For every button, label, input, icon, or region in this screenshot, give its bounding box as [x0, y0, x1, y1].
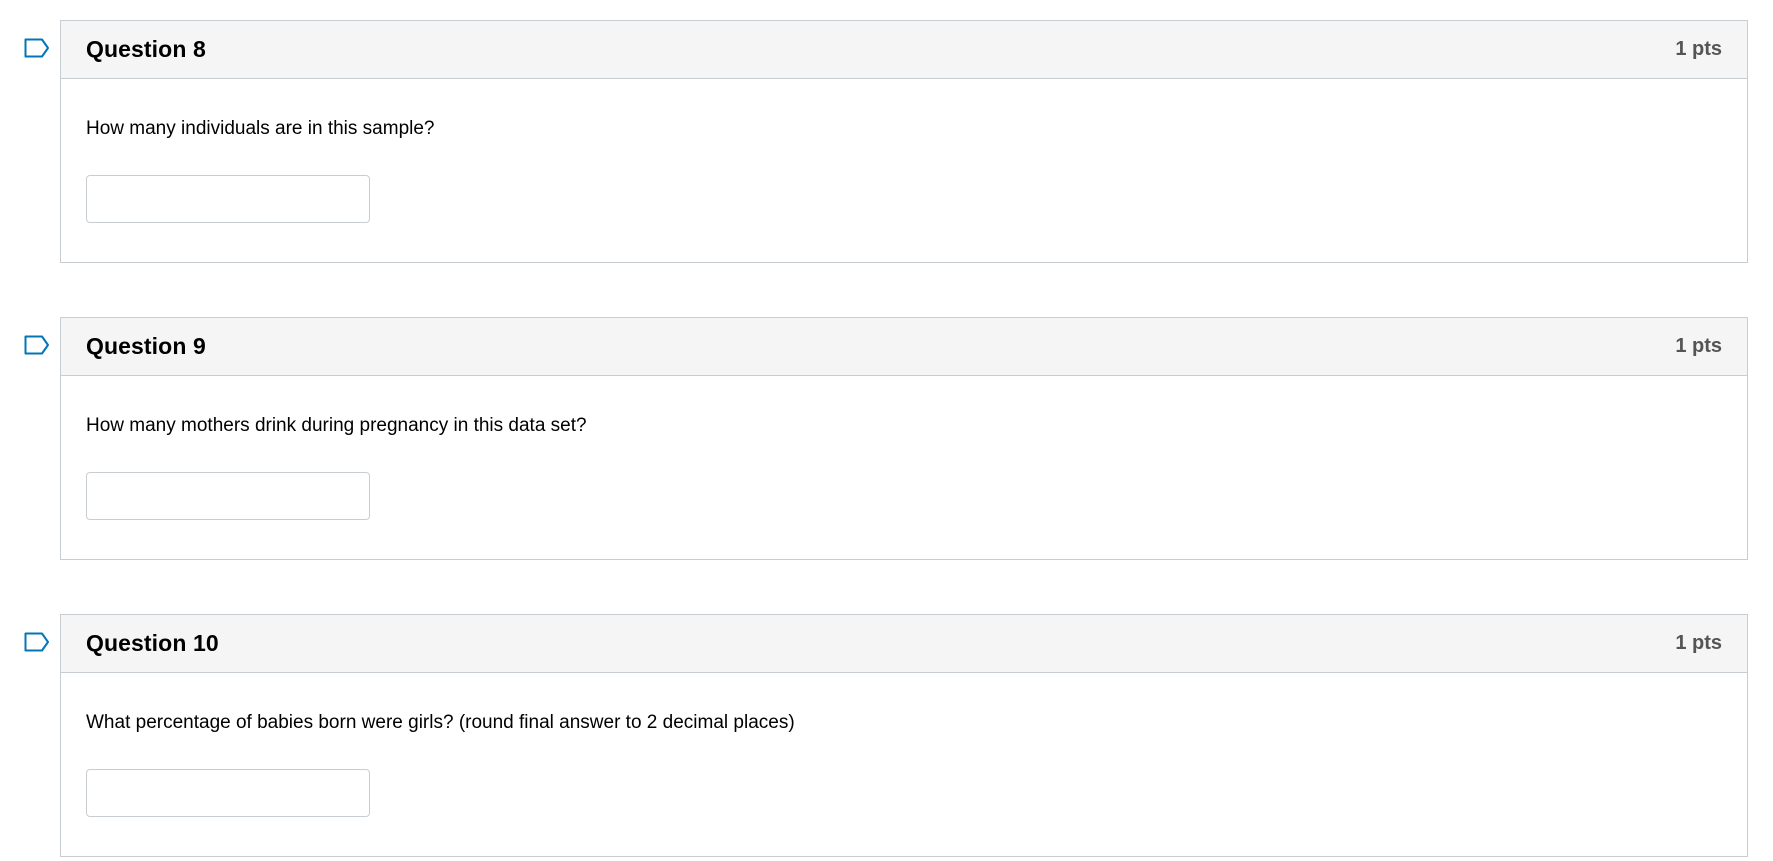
question-header: Question 9 1 pts — [61, 318, 1747, 376]
question-body: What percentage of babies born were girl… — [61, 673, 1747, 817]
question-text: How many individuals are in this sample? — [86, 118, 435, 139]
flag-question-icon[interactable] — [24, 38, 50, 58]
question-card: Question 10 1 pts What percentage of bab… — [60, 614, 1748, 857]
flag-question-icon[interactable] — [24, 632, 50, 652]
question-points: 1 pts — [1675, 335, 1722, 357]
question-title: Question 9 — [86, 333, 206, 359]
answer-input[interactable] — [86, 769, 370, 817]
question-body: How many mothers drink during pregnancy … — [61, 376, 1747, 520]
question-points: 1 pts — [1675, 632, 1722, 654]
answer-input[interactable] — [86, 175, 370, 223]
question-header: Question 10 1 pts — [61, 615, 1747, 673]
question-card: Question 8 1 pts How many individuals ar… — [60, 20, 1748, 263]
flag-question-icon[interactable] — [24, 335, 50, 355]
question-title: Question 8 — [86, 36, 206, 62]
question-card: Question 9 1 pts How many mothers drink … — [60, 317, 1748, 560]
question-title: Question 10 — [86, 630, 219, 656]
question-text: What percentage of babies born were girl… — [86, 712, 795, 733]
answer-input[interactable] — [86, 472, 370, 520]
question-header: Question 8 1 pts — [61, 21, 1747, 79]
question-body: How many individuals are in this sample? — [61, 79, 1747, 223]
question-points: 1 pts — [1675, 38, 1722, 60]
question-text: How many mothers drink during pregnancy … — [86, 415, 587, 436]
